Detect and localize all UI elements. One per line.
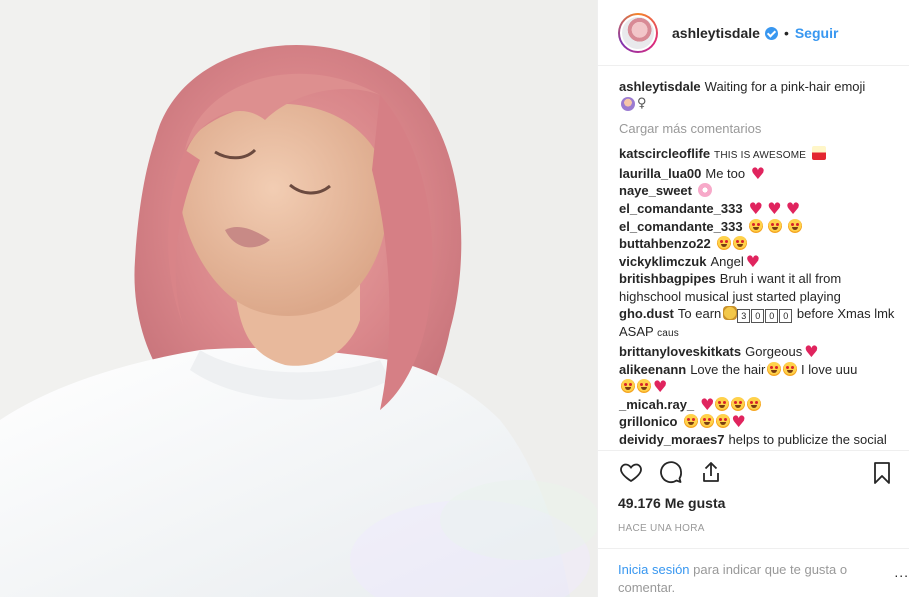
list-item: katscircleoflife THIS IS AWESOME [619, 145, 901, 165]
heart-emoji-icon [786, 200, 800, 218]
comments-list[interactable]: ashleytisdale Waiting for a pink-hair emo… [598, 66, 909, 452]
comment-icon [660, 461, 682, 484]
comment-username[interactable]: grillonico [619, 414, 678, 429]
comment-username[interactable]: el_comandante_333 [619, 201, 743, 216]
heart-eyes-emoji-icon [715, 414, 730, 429]
heart-emoji-icon [751, 165, 765, 183]
comment-text: Angel [710, 253, 744, 269]
list-item: naye_sweet [619, 182, 901, 200]
comment-text: I love uuu [801, 361, 858, 377]
comment-text: Gorgeous [745, 344, 803, 360]
comment-username[interactable]: laurilla_lua00 [619, 166, 701, 181]
face-blowing-kiss-emoji-icon [748, 218, 763, 233]
share-icon [703, 462, 719, 483]
person-emoji-icon [621, 96, 635, 111]
popcorn-emoji-icon [811, 146, 826, 161]
likes-count[interactable]: 49.176 Me gusta [598, 495, 909, 511]
comment-button[interactable] [658, 459, 684, 485]
load-more-comments-button[interactable]: Cargar más comentarios [619, 120, 901, 138]
list-item: buttahbenzo22 [619, 235, 901, 253]
share-button[interactable] [698, 459, 724, 485]
female-sign-emoji-icon [637, 95, 647, 113]
heart-eyes-emoji-icon [783, 361, 798, 376]
instagram-post: ashleytisdale • Seguir ashleytisdale Wait… [0, 0, 909, 597]
heart-eyes-emoji-icon [747, 396, 762, 411]
heart-icon [620, 463, 642, 483]
comment-username[interactable]: katscircleoflife [619, 146, 710, 161]
list-item: gho.dust To earn 3 0 0 0 before Xmas lmk ASAP… [619, 305, 901, 343]
heart-emoji-icon [700, 396, 714, 414]
face-blowing-kiss-emoji-icon [787, 218, 802, 233]
list-item: el_comandante_333 [619, 200, 901, 218]
comment-username[interactable]: brittanyloveskitkats [619, 344, 741, 359]
comment-username[interactable]: el_comandante_333 [619, 219, 743, 234]
comment-username[interactable]: deividy_moraes7 [619, 432, 725, 447]
list-item: alikeenann Love the hair I love uuu [619, 361, 901, 396]
portrait-illustration [0, 0, 597, 597]
post-actions-bar [598, 451, 909, 493]
heart-eyes-emoji-icon [621, 379, 635, 394]
caption-text: Waiting for a pink-hair emoji [704, 79, 866, 95]
comment-text: THIS IS AWESOME [714, 150, 807, 162]
comment-username[interactable]: vickyklimczuk [619, 254, 706, 269]
comment-username[interactable]: naye_sweet [619, 183, 692, 198]
comment-text: Me too [705, 165, 746, 181]
heart-emoji-icon [746, 253, 760, 271]
login-link[interactable]: Inicia sesión [618, 562, 690, 577]
heart-eyes-emoji-icon [699, 414, 714, 429]
list-item: _micah.ray_ [619, 396, 901, 414]
post-timestamp[interactable]: HACE UNA HORA [598, 523, 909, 534]
bookmark-icon [874, 462, 890, 485]
post-header: ashleytisdale • Seguir [598, 0, 909, 67]
list-item: britishbagpipes Bruh i want it all from h… [619, 270, 901, 305]
comment-username[interactable]: _micah.ray_ [619, 397, 694, 412]
comment-username[interactable]: britishbagpipes [619, 271, 716, 286]
comment-text: To earn [677, 306, 722, 322]
verified-badge-icon [764, 27, 778, 41]
username-link[interactable]: ashleytisdale [672, 25, 760, 41]
heart-emoji-icon [653, 378, 667, 396]
heart-eyes-emoji-icon [732, 236, 747, 251]
post-sidebar: ashleytisdale • Seguir ashleytisdale Wait… [597, 0, 909, 597]
heart-eyes-emoji-icon [731, 396, 746, 411]
comment-username[interactable]: gho.dust [619, 306, 674, 321]
list-item: brittanyloveskitkats Gorgeous [619, 343, 901, 361]
list-item: grillonico [619, 413, 901, 431]
digit-box: 0 [751, 309, 765, 324]
like-button[interactable] [618, 459, 644, 485]
caption-username[interactable]: ashleytisdale [619, 79, 701, 94]
more-options-button[interactable]: ... [894, 563, 909, 581]
list-item: deividy_moraes7 helps to publicize the so… [619, 431, 901, 450]
avatar[interactable] [618, 12, 658, 53]
comment-text: Love the hair [690, 361, 766, 377]
save-button[interactable] [869, 460, 895, 486]
login-prompt: Inicia sesión para indicar que te gusta … [598, 548, 909, 597]
comment-text: caus [657, 328, 680, 340]
face-blowing-kiss-emoji-icon [768, 218, 783, 233]
digit-box: 3 [737, 309, 751, 324]
post-photo[interactable] [0, 0, 597, 597]
separator-dot: • [783, 24, 789, 41]
digit-box: 0 [765, 309, 779, 324]
face-blowing-kiss-emoji-icon [637, 379, 651, 394]
digit-box: 0 [779, 309, 793, 324]
heart-emoji-icon [767, 200, 781, 218]
flower-emoji-icon [698, 183, 712, 198]
money-bag-emoji-icon [723, 306, 738, 321]
comment-username[interactable]: alikeenann [619, 362, 686, 377]
heart-eyes-emoji-icon [716, 236, 731, 251]
list-item: el_comandante_333 [619, 218, 901, 236]
heart-emoji-icon [749, 200, 763, 218]
list-item: laurilla_lua00 Me too [619, 165, 901, 183]
follow-button[interactable]: Seguir [795, 25, 839, 41]
heart-eyes-emoji-icon [683, 414, 698, 429]
avatar-image [620, 14, 656, 51]
list-item: vickyklimczuk Angel [619, 253, 901, 271]
heart-emoji-icon [804, 343, 818, 361]
heart-eyes-emoji-icon [715, 396, 730, 411]
caption: ashleytisdale Waiting for a pink-hair emo… [619, 78, 901, 113]
heart-eyes-emoji-icon [767, 361, 782, 376]
heart-emoji-icon [732, 413, 746, 431]
comment-username[interactable]: buttahbenzo22 [619, 236, 711, 251]
